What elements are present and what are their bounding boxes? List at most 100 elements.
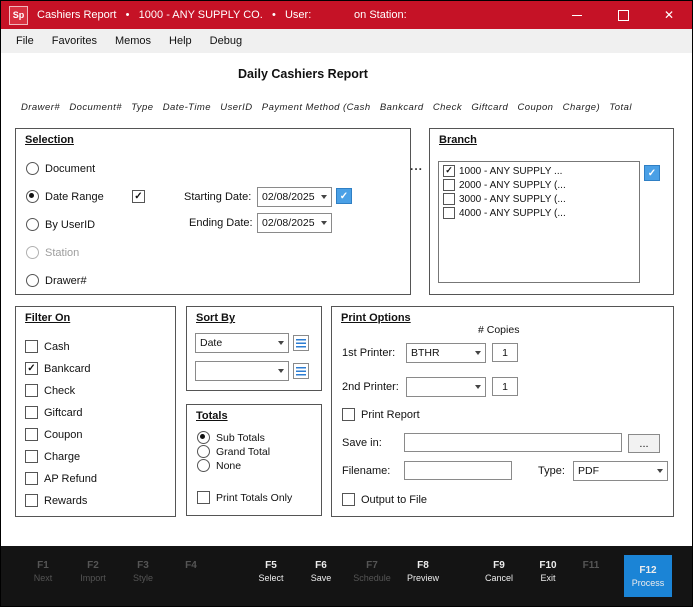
fn-f11: F11	[563, 560, 619, 573]
fn-f6-save[interactable]: F6 Save	[293, 560, 349, 583]
filter-on-group-label: Filter On	[25, 312, 70, 324]
filter-check[interactable]: Check	[25, 384, 75, 397]
radio-drawer[interactable]: Drawer#	[26, 274, 87, 287]
branch-listbox[interactable]: 1000 - ANY SUPPLY ... 2000 - ANY SUPPLY …	[438, 161, 640, 283]
sort-by-secondary-combo[interactable]	[195, 361, 289, 381]
radio-grand-total[interactable]: Grand Total	[197, 445, 270, 458]
output-to-file-checkbox-row[interactable]: Output to File	[342, 493, 427, 506]
fn-f1-next: F1 Next	[15, 560, 71, 583]
branch-item-3000[interactable]: 3000 - ANY SUPPLY (...	[439, 192, 639, 206]
starting-date-combo[interactable]: 02/08/2025	[257, 187, 332, 207]
filter-giftcard[interactable]: Giftcard	[25, 406, 83, 419]
printer1-combo[interactable]: BTHR	[406, 343, 486, 363]
menu-help[interactable]: Help	[160, 31, 201, 51]
fn-f12-process-button[interactable]: F12 Process	[624, 555, 672, 597]
maximize-button[interactable]	[600, 1, 646, 29]
save-in-input[interactable]	[404, 433, 622, 452]
save-in-label: Save in:	[342, 437, 382, 449]
print-totals-only-checkbox-row[interactable]: Print Totals Only	[197, 491, 292, 504]
menu-file[interactable]: File	[7, 31, 43, 51]
radio-document[interactable]: Document	[26, 162, 95, 175]
fn-key-label: F5	[243, 560, 299, 571]
branch-checkbox-4000[interactable]	[443, 207, 455, 219]
branch-item-label: 4000 - ANY SUPPLY (...	[459, 208, 566, 219]
branch-item-label: 1000 - ANY SUPPLY ...	[459, 166, 562, 177]
radio-by-userid[interactable]: By UserID	[26, 218, 95, 231]
filter-ap-refund[interactable]: AP Refund	[25, 472, 97, 485]
sort-by-primary-combo[interactable]: Date	[195, 333, 289, 353]
filter-coupon[interactable]: Coupon	[25, 428, 83, 441]
starting-date-confirm-button[interactable]	[336, 188, 352, 204]
chevron-down-icon	[273, 341, 288, 345]
filter-charge-label: Charge	[44, 451, 80, 463]
radio-none-circle	[197, 459, 210, 472]
type-label: Type:	[538, 465, 565, 477]
radio-grand-total-circle	[197, 445, 210, 458]
filter-bankcard[interactable]: Bankcard	[25, 362, 90, 375]
fn-f5-select[interactable]: F5 Select	[243, 560, 299, 583]
filter-cash-checkbox	[25, 340, 38, 353]
totals-group-label: Totals	[196, 410, 228, 422]
minimize-button[interactable]	[554, 1, 600, 29]
menu-debug[interactable]: Debug	[201, 31, 251, 51]
radio-none[interactable]: None	[197, 459, 241, 472]
branch-item-4000[interactable]: 4000 - ANY SUPPLY (...	[439, 206, 639, 220]
filter-check-checkbox	[25, 384, 38, 397]
menu-memos[interactable]: Memos	[106, 31, 160, 51]
radio-sub-totals[interactable]: Sub Totals	[197, 431, 265, 444]
fn-key-label: F12	[639, 565, 656, 576]
printer2-combo[interactable]	[406, 377, 486, 397]
ending-date-combo[interactable]: 02/08/2025	[257, 213, 332, 233]
minimize-icon	[572, 15, 582, 16]
menu-favorites[interactable]: Favorites	[43, 31, 106, 51]
branch-select-all-button[interactable]	[644, 165, 660, 181]
branch-item-2000[interactable]: 2000 - ANY SUPPLY (...	[439, 178, 639, 192]
list-icon	[296, 339, 306, 348]
filter-cash[interactable]: Cash	[25, 340, 70, 353]
printer2-copies-input[interactable]	[492, 377, 518, 396]
chevron-down-icon	[316, 195, 331, 199]
sort-by-secondary-list-button[interactable]	[293, 363, 309, 379]
app-icon-text: Sp	[13, 10, 25, 20]
fn-action-label: Save	[293, 573, 349, 583]
filter-coupon-checkbox	[25, 428, 38, 441]
date-range-checkbox[interactable]	[132, 190, 145, 203]
menu-bar: File Favorites Memos Help Debug	[1, 29, 692, 53]
branch-group-label: Branch	[439, 134, 477, 146]
fn-f9-cancel[interactable]: F9 Cancel	[471, 560, 527, 583]
fn-key-label: F9	[471, 560, 527, 571]
branch-item-1000[interactable]: 1000 - ANY SUPPLY ...	[439, 164, 639, 178]
app-icon: Sp	[9, 6, 28, 25]
type-value: PDF	[578, 465, 599, 477]
fn-action-label: Schedule	[344, 573, 400, 583]
close-button[interactable]: ✕	[646, 1, 692, 29]
sort-by-primary-list-button[interactable]	[293, 335, 309, 351]
branch-checkbox-1000[interactable]	[443, 165, 455, 177]
branch-checkbox-2000[interactable]	[443, 179, 455, 191]
filter-charge[interactable]: Charge	[25, 450, 80, 463]
fn-action-label: Next	[15, 573, 71, 583]
filename-input[interactable]	[404, 461, 512, 480]
printer1-copies-input[interactable]	[492, 343, 518, 362]
panel-separator-dots: ...	[410, 159, 423, 173]
fn-action-label: Select	[243, 573, 299, 583]
selection-group: Selection Document Date Range By UserID …	[15, 128, 411, 295]
fn-f8-preview[interactable]: F8 Preview	[395, 560, 451, 583]
radio-station-circle	[26, 246, 39, 259]
filter-rewards[interactable]: Rewards	[25, 494, 87, 507]
print-options-group-label: Print Options	[341, 312, 411, 324]
browse-button[interactable]: ...	[628, 434, 660, 453]
fn-action-label: Cancel	[471, 573, 527, 583]
branch-checkbox-3000[interactable]	[443, 193, 455, 205]
filter-cash-label: Cash	[44, 341, 70, 353]
type-combo[interactable]: PDF	[573, 461, 668, 481]
fn-key-label: F8	[395, 560, 451, 571]
fn-key-label: F1	[15, 560, 71, 571]
fn-key-label: F6	[293, 560, 349, 571]
print-report-checkbox-row[interactable]: Print Report	[342, 408, 420, 421]
radio-date-range[interactable]: Date Range	[26, 190, 104, 203]
filename-label: Filename:	[342, 465, 390, 477]
filter-giftcard-label: Giftcard	[44, 407, 83, 419]
fn-f2-import: F2 Import	[65, 560, 121, 583]
chevron-down-icon	[652, 469, 667, 473]
